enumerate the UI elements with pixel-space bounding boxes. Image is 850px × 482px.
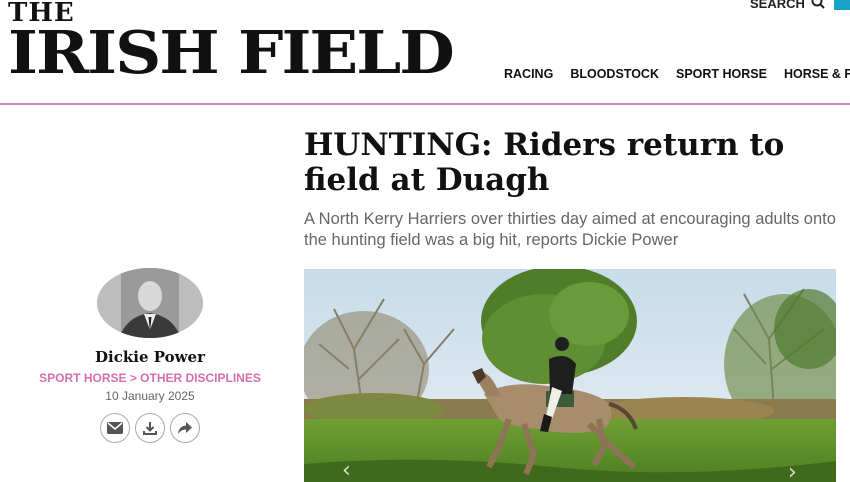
publish-date: 10 January 2025 — [105, 389, 195, 403]
search-label: SEARCH — [750, 0, 805, 11]
article-headline: HUNTING: Riders return to field at Duagh — [304, 127, 785, 198]
search-button[interactable] — [834, 0, 850, 10]
nav-item-racing[interactable]: RACING — [504, 67, 553, 81]
search-link[interactable]: SEARCH — [750, 0, 825, 12]
search-icon — [811, 0, 825, 12]
nav-item-horse-and-farm[interactable]: HORSE & FARM — [784, 67, 850, 81]
section-breadcrumb[interactable]: SPORT HORSE > OTHER DISCIPLINES — [20, 371, 280, 385]
share-icon[interactable] — [170, 413, 200, 443]
prev-arrow-icon: ‹ — [342, 458, 351, 482]
article-photo[interactable]: ‹ › — [304, 269, 836, 482]
author-box: Dickie Power SPORT HORSE > OTHER DISCIPL… — [20, 268, 280, 443]
article-standfirst: A North Kerry Harriers over thirties day… — [304, 210, 836, 249]
nav-item-sport-horse[interactable]: SPORT HORSE — [676, 67, 767, 81]
email-icon[interactable] — [100, 413, 130, 443]
author-avatar — [97, 268, 203, 338]
download-icon[interactable] — [135, 413, 165, 443]
author-name[interactable]: Dickie Power — [20, 348, 280, 366]
share-bar — [20, 413, 280, 443]
site-header: THE IRISH FIELD SEARCH RACING BLOODSTOCK… — [0, 0, 850, 105]
site-logo[interactable]: THE IRISH FIELD — [8, 0, 455, 88]
main-nav: RACING BLOODSTOCK SPORT HORSE HORSE & FA… — [504, 67, 850, 81]
next-arrow-icon: › — [788, 460, 797, 482]
nav-item-bloodstock[interactable]: BLOODSTOCK — [570, 67, 659, 81]
logo-main-text: IRISH FIELD — [8, 18, 455, 88]
